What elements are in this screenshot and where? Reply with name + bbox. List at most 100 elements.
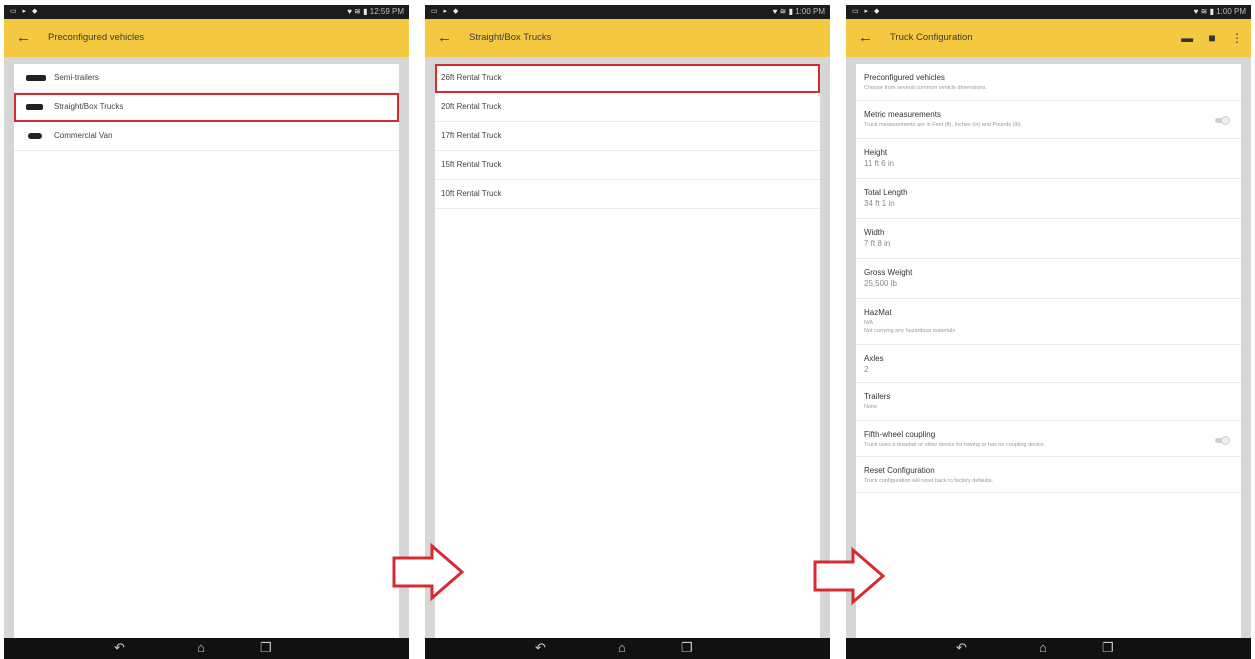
setting-summary: Truck configuration will reset back to f… <box>864 478 994 484</box>
setting-value: 25,500 lb <box>864 279 897 288</box>
setting-title: Fifth-wheel coupling <box>864 430 936 439</box>
screen-truck-configuration: ▭ ▸ ◆ ♥ ≋ ▮ 1:00 PM ← Truck Configuratio… <box>846 5 1251 659</box>
page-title: Straight/Box Trucks <box>469 32 552 43</box>
back-arrow-icon[interactable]: ← <box>437 19 452 57</box>
flow-arrow-icon <box>813 546 886 606</box>
status-time: 1:00 PM <box>795 7 825 16</box>
status-bar: ▭ ▸ ◆ ♥ ≋ ▮ 1:00 PM <box>846 5 1251 19</box>
list-item-10ft-rental-truck[interactable]: 10ft Rental Truck <box>435 180 820 209</box>
setting-title: Axles <box>864 354 884 363</box>
truck-list: 26ft Rental Truck 20ft Rental Truck 17ft… <box>435 64 820 638</box>
setting-total-length[interactable]: Total Length 34 ft 1 in <box>856 179 1241 219</box>
setting-preconfigured-vehicles[interactable]: Preconfigured vehicles Choose from sever… <box>856 64 1241 101</box>
app-bar: ← Truck Configuration ▬ ■ ⋮ <box>846 19 1251 57</box>
flow-arrow-icon <box>392 542 465 602</box>
battery-icon: ▮ <box>363 7 368 16</box>
setting-trailers[interactable]: Trailers None <box>856 383 1241 421</box>
page-title: Preconfigured vehicles <box>48 32 145 43</box>
metric-toggle[interactable] <box>1215 116 1230 125</box>
list-item-commercial-van[interactable]: Commercial Van <box>14 122 399 151</box>
list-item-20ft-rental-truck[interactable]: 20ft Rental Truck <box>435 93 820 122</box>
folder-icon[interactable]: ▬ <box>1181 31 1193 45</box>
status-bar: ▭ ▸ ◆ ♥ ≋ ▮ 12:59 PM <box>4 5 409 19</box>
screen-straight-box-trucks: ▭ ▸ ◆ ♥ ≋ ▮ 1:00 PM ← Straight/Box Truck… <box>425 5 830 659</box>
list-item-straight-box-trucks[interactable]: Straight/Box Trucks <box>14 93 399 122</box>
signal-icons: ♥ ≋ <box>347 7 361 16</box>
setting-fifth-wheel-coupling[interactable]: Fifth-wheel coupling Truck uses a drawba… <box>856 421 1241 457</box>
system-nav-bar: ↶ ⌂ ❐ <box>846 638 1251 659</box>
setting-metric-measurements[interactable]: Metric measurements Truck measurements a… <box>856 101 1241 139</box>
list-item-label: 17ft Rental Truck <box>441 131 502 140</box>
back-arrow-icon[interactable]: ← <box>858 19 873 57</box>
nav-home-icon[interactable]: ⌂ <box>618 640 626 655</box>
setting-title: Total Length <box>864 188 908 197</box>
nav-recent-apps-icon[interactable]: ❐ <box>260 640 272 656</box>
setting-title: HazMat <box>864 308 892 317</box>
setting-summary: Not carrying any hazardous materials <box>864 328 956 334</box>
setting-value: 34 ft 1 in <box>864 199 895 208</box>
nav-home-icon[interactable]: ⌂ <box>1039 640 1047 655</box>
setting-value: 11 ft 6 in <box>864 159 895 168</box>
status-bar: ▭ ▸ ◆ ♥ ≋ ▮ 1:00 PM <box>425 5 830 19</box>
notification-icons: ▭ ▸ ◆ <box>431 8 461 15</box>
notification-icons: ▭ ▸ ◆ <box>852 8 882 15</box>
setting-title: Gross Weight <box>864 268 913 277</box>
fifth-wheel-toggle[interactable] <box>1215 436 1230 445</box>
semi-trailer-icon <box>26 75 46 81</box>
setting-axles[interactable]: Axles 2 <box>856 345 1241 383</box>
list-item-label: 10ft Rental Truck <box>441 189 502 198</box>
signal-icons: ♥ ≋ <box>772 7 787 16</box>
vehicle-list: Semi-trailers Straight/Box Trucks Commer… <box>14 64 399 638</box>
status-time: 1:00 PM <box>1216 7 1246 16</box>
list-item-label: Semi-trailers <box>54 73 99 82</box>
setting-title: Height <box>864 148 888 157</box>
notification-icons: ▭ ▸ ◆ <box>10 8 40 15</box>
more-options-icon[interactable]: ⋮ <box>1231 31 1243 45</box>
setting-value: 7 ft 8 in <box>864 239 891 248</box>
save-icon[interactable]: ■ <box>1208 31 1215 45</box>
battery-icon: ▮ <box>1209 7 1214 16</box>
list-item-semi-trailers[interactable]: Semi-trailers <box>14 64 399 93</box>
setting-title: Width <box>864 228 885 237</box>
setting-value: None <box>864 404 878 410</box>
setting-summary: Truck measurements are in Feet (ft), Inc… <box>864 122 1023 128</box>
list-item-26ft-rental-truck[interactable]: 26ft Rental Truck <box>435 64 820 93</box>
setting-hazmat[interactable]: HazMat N/A Not carrying any hazardous ma… <box>856 299 1241 345</box>
setting-gross-weight[interactable]: Gross Weight 25,500 lb <box>856 259 1241 299</box>
nav-recent-apps-icon[interactable]: ❐ <box>681 640 693 656</box>
setting-height[interactable]: Height 11 ft 6 in <box>856 139 1241 179</box>
back-arrow-icon[interactable]: ← <box>16 19 31 57</box>
box-truck-icon <box>26 104 43 110</box>
setting-reset-configuration[interactable]: Reset Configuration Truck configuration … <box>856 457 1241 493</box>
van-icon <box>28 133 42 139</box>
list-item-label: 26ft Rental Truck <box>441 73 502 82</box>
setting-summary: Choose from several common vehicle dimen… <box>864 85 987 91</box>
list-item-label: 15ft Rental Truck <box>441 160 502 169</box>
nav-recent-apps-icon[interactable]: ❐ <box>1102 640 1114 656</box>
list-item-label: 20ft Rental Truck <box>441 102 502 111</box>
list-item-label: Straight/Box Trucks <box>54 102 124 111</box>
list-item-17ft-rental-truck[interactable]: 17ft Rental Truck <box>435 122 820 151</box>
nav-home-icon[interactable]: ⌂ <box>197 640 205 655</box>
setting-title: Reset Configuration <box>864 466 935 475</box>
list-item-15ft-rental-truck[interactable]: 15ft Rental Truck <box>435 151 820 180</box>
setting-title: Trailers <box>864 392 891 401</box>
configuration-list: Preconfigured vehicles Choose from sever… <box>856 64 1241 638</box>
app-bar: ← Preconfigured vehicles <box>4 19 409 57</box>
setting-value: 2 <box>864 365 869 374</box>
battery-icon: ▮ <box>788 7 793 16</box>
nav-back-icon[interactable]: ↶ <box>535 640 546 656</box>
setting-title: Preconfigured vehicles <box>864 73 945 82</box>
screen-preconfigured-vehicles: ▭ ▸ ◆ ♥ ≋ ▮ 12:59 PM ← Preconfigured veh… <box>4 5 409 659</box>
setting-title: Metric measurements <box>864 110 941 119</box>
status-time: 12:59 PM <box>369 7 404 16</box>
nav-back-icon[interactable]: ↶ <box>956 640 967 656</box>
system-nav-bar: ↶ ⌂ ❐ <box>4 638 409 659</box>
setting-width[interactable]: Width 7 ft 8 in <box>856 219 1241 259</box>
signal-icons: ♥ ≋ <box>1193 7 1208 16</box>
system-nav-bar: ↶ ⌂ ❐ <box>425 638 830 659</box>
setting-summary: Truck uses a drawbar or other device for… <box>864 442 1046 448</box>
setting-value: N/A <box>864 320 874 326</box>
page-title: Truck Configuration <box>890 32 973 43</box>
nav-back-icon[interactable]: ↶ <box>114 640 125 656</box>
